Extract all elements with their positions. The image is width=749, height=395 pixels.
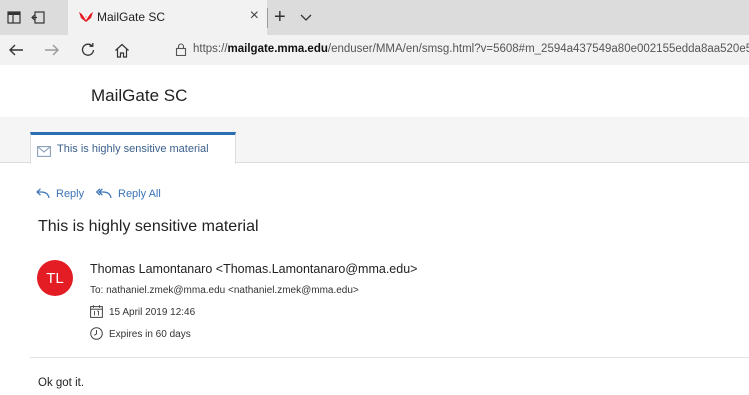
browser-navigation-bar: https://mailgate.mma.edu/enduser/MMA/en/…: [0, 35, 749, 65]
reply-all-button[interactable]: Reply All: [95, 188, 161, 200]
reply-all-label: Reply All: [118, 188, 161, 200]
url-scheme: https://: [193, 43, 228, 55]
refresh-icon[interactable]: [80, 42, 96, 58]
envelope-icon: [37, 144, 51, 162]
home-icon[interactable]: [114, 42, 130, 58]
lock-icon[interactable]: [175, 43, 187, 61]
reply-arrow-icon: [36, 188, 50, 199]
message-tab-label: This is highly sensitive material: [57, 143, 209, 155]
message-body: Ok got it.: [38, 377, 85, 389]
mailgate-favicon-icon: [78, 10, 94, 24]
message-date: 15 April 2019 12:46: [90, 305, 195, 318]
set-tabs-aside-icon[interactable]: [30, 9, 46, 25]
browser-tab-title: MailGate SC: [97, 10, 166, 24]
browser-tab-strip: MailGate SC × +: [0, 0, 749, 35]
url-host: mailgate.mma.edu: [227, 43, 328, 55]
sender-address: Thomas Lamontanaro <Thomas.Lamontanaro@m…: [90, 262, 418, 276]
tab-message[interactable]: This is highly sensitive material: [30, 132, 236, 164]
calendar-icon: [90, 305, 103, 318]
back-arrow-icon[interactable]: [8, 42, 24, 58]
avatar: TL: [37, 260, 73, 296]
tab-actions-icon[interactable]: [6, 9, 22, 25]
tab-divider: [267, 8, 268, 28]
close-tab-icon[interactable]: ×: [250, 7, 259, 25]
forward-arrow-icon[interactable]: [44, 42, 60, 58]
url-path: /enduser/MMA/en/smsg.html?v=5608#m_2594a…: [327, 43, 749, 55]
message-subject: This is highly sensitive material: [38, 218, 259, 235]
app-title: MailGate SC: [91, 86, 188, 105]
header-divider: [30, 357, 749, 358]
reply-button[interactable]: Reply: [36, 188, 84, 200]
clock-icon: [90, 327, 103, 340]
browser-tab-active[interactable]: MailGate SC ×: [68, 0, 267, 35]
expiry-value: Expires in 60 days: [109, 329, 191, 340]
chevron-down-icon[interactable]: [300, 9, 312, 27]
new-tab-button[interactable]: +: [274, 6, 286, 28]
message-expiry: Expires in 60 days: [90, 327, 191, 340]
reply-all-arrow-icon: [95, 188, 112, 199]
message-tab-bar: This is highly sensitive material: [0, 117, 749, 164]
recipient-line: To: nathaniel.zmek@mma.edu <nathaniel.zm…: [90, 285, 359, 296]
address-bar[interactable]: https://mailgate.mma.edu/enduser/MMA/en/…: [193, 43, 749, 55]
date-value: 15 April 2019 12:46: [109, 307, 196, 318]
reply-label: Reply: [56, 188, 85, 200]
